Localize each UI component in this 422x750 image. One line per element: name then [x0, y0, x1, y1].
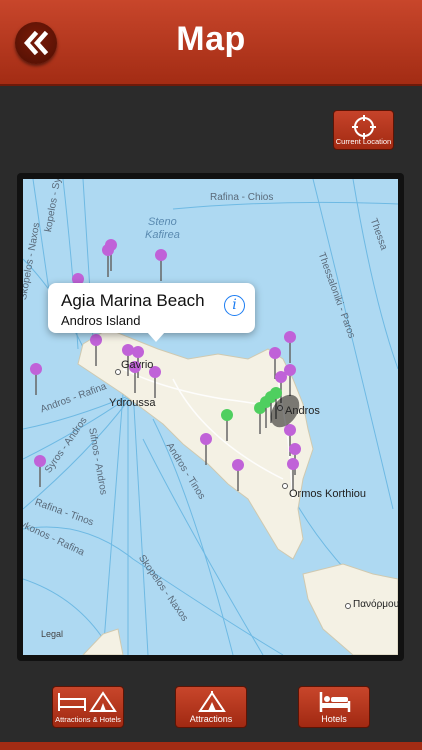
map-label: Rafina - Chios [210, 192, 274, 203]
bed-icon [319, 692, 351, 712]
map-label: Πανόρμου [353, 599, 398, 610]
map-label: Ormos Korthiou [289, 488, 367, 500]
map-label: Andros [285, 405, 320, 417]
map-frame: Rafina - Chios Steno Kafirea Thessalonik… [17, 173, 404, 661]
tab-label: Attractions & Hotels [55, 715, 121, 724]
bottom-toolbar: Attractions & Hotels Attractions Hotels [0, 680, 422, 750]
islet [82, 628, 124, 655]
tab-attractions-and-hotels[interactable]: Attractions & Hotels [52, 686, 124, 728]
map-label: Gavrio [121, 359, 154, 371]
tent-icon [198, 691, 226, 712]
map-label: Steno [148, 216, 177, 228]
info-icon[interactable]: i [224, 295, 245, 316]
header-bar: Map [0, 0, 422, 86]
current-location-button[interactable]: Current Location [333, 110, 394, 150]
tab-label: Hotels [321, 714, 347, 724]
page-title: Map [176, 20, 246, 58]
current-location-label: Current Location [335, 137, 392, 146]
tab-attractions[interactable]: Attractions [175, 686, 247, 728]
map-label: Ydroussa [109, 397, 156, 409]
callout-title: Agia Marina Beach [61, 291, 205, 310]
legal-link[interactable]: Legal [41, 629, 63, 639]
tab-label: Attractions [189, 714, 233, 724]
callout-subtitle: Andros Island [61, 313, 141, 328]
map-view[interactable]: Rafina - Chios Steno Kafirea Thessalonik… [23, 179, 398, 655]
map-label: Kafirea [145, 229, 180, 241]
tab-hotels[interactable]: Hotels [298, 686, 370, 728]
bed-and-tent-icon [58, 691, 117, 712]
map-callout[interactable]: Agia Marina Beach Andros Island i [48, 283, 255, 342]
bottom-strip [0, 742, 422, 750]
